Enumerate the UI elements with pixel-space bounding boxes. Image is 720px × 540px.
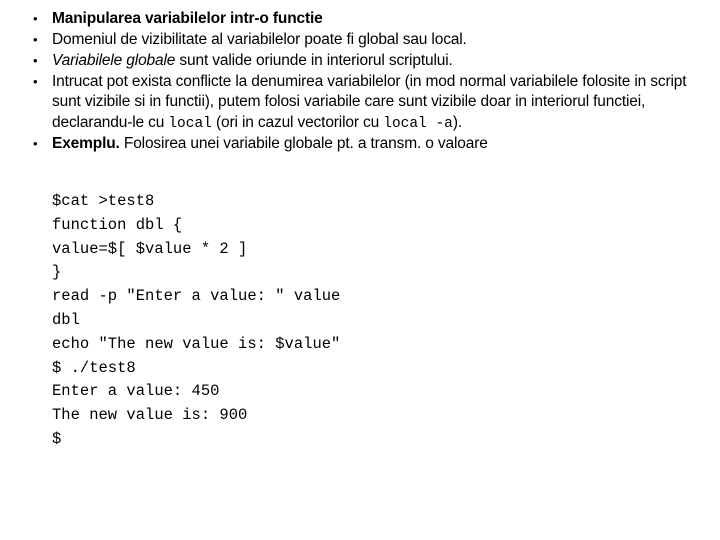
code-line: } [52, 263, 62, 282]
bullet-point-icon [33, 30, 45, 50]
code-line: value=$[ $value * 2 ] [52, 239, 248, 258]
bullet-point-icon [33, 9, 45, 29]
code-line: $ [52, 429, 62, 448]
list-item-variabile-globale: Variabilele globale sunt valide oriunde … [28, 51, 714, 71]
code-line: Enter a value: 450 [52, 382, 220, 401]
code-line: The new value is: 900 [52, 406, 248, 425]
list-item-exemplu: Exemplu. Folosirea unei variabile global… [28, 134, 714, 154]
list-item-label: Folosirea unei variabile globale pt. a t… [119, 135, 488, 153]
code-block: $cat >test8 function dbl { value=$[ $value… [52, 190, 340, 452]
bullet-list: Manipularea variabilelor intr-o functie … [28, 9, 714, 155]
code-line: echo "The new value is: $value" [52, 334, 341, 353]
code-line: $cat >test8 [52, 192, 155, 210]
list-item-domeniul: Domeniul de vizibilitate al variabilelor… [28, 30, 714, 50]
bullet-point-icon [33, 51, 45, 71]
code-line: function dbl { [52, 215, 183, 234]
bullet-point-icon [33, 72, 45, 92]
code-line: read -p "Enter a value: " value [52, 287, 341, 306]
list-item-label: sunt valide oriunde in interiorul script… [175, 51, 453, 69]
list-item-intrucat: Intrucat pot exista conflicte la denumir… [28, 72, 714, 134]
code-line: $ ./test8 [52, 358, 136, 377]
code-line: dbl [52, 310, 80, 329]
bullet-point-icon [33, 134, 45, 154]
list-item-manipularea: Manipularea variabilelor intr-o functie [28, 9, 714, 29]
list-item-label-3: ). [452, 113, 463, 131]
list-item-emphasis: Exemplu. [52, 135, 120, 153]
list-item-label: Manipularea variabilelor intr-o functie [52, 10, 323, 27]
inline-code-local-a: local -a [383, 115, 453, 132]
slide-canvas: Manipularea variabilelor intr-o functie … [0, 0, 720, 540]
list-item-label: Domeniul de vizibilitate al variabilelor… [52, 30, 467, 48]
list-item-label-2: (ori in cazul vectorilor cu [211, 113, 384, 131]
list-item-emphasis: Variabilele globale [52, 51, 176, 69]
inline-code-local: local [168, 115, 212, 132]
